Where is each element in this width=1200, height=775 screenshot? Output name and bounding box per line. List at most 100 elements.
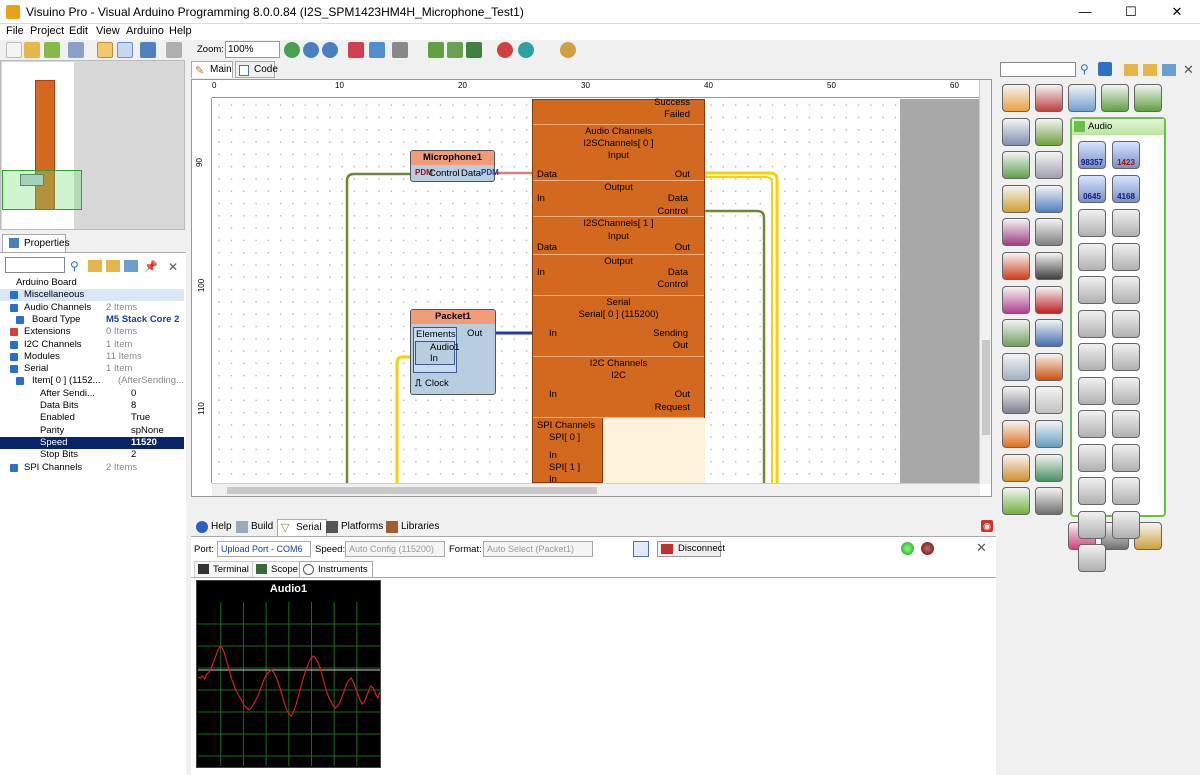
property-value[interactable]: spNone xyxy=(131,425,164,437)
board-i2c-request-pin[interactable]: Request xyxy=(533,402,704,414)
serial-settings-icon[interactable]: ✕ xyxy=(976,540,987,556)
tab-help[interactable]: Help xyxy=(193,519,236,536)
palette-category-tile[interactable] xyxy=(1035,453,1063,482)
canvas-vscroll-thumb[interactable] xyxy=(982,340,990,435)
delete-icon[interactable] xyxy=(392,42,408,58)
palette-category-tile[interactable] xyxy=(1002,386,1030,415)
packet-elements-box[interactable]: Elements Audio1 In xyxy=(413,327,460,373)
audio-tile-0645[interactable]: 0645 xyxy=(1078,175,1106,203)
palette-category-tile[interactable] xyxy=(1002,218,1030,247)
expand-toggle-icon[interactable] xyxy=(10,463,18,472)
redo-icon[interactable] xyxy=(166,42,182,58)
property-value[interactable]: True xyxy=(131,412,150,424)
tab-instruments[interactable]: Instruments xyxy=(299,561,373,577)
audio-component-tile[interactable] xyxy=(1078,477,1106,505)
menu-project[interactable]: Project xyxy=(30,25,64,37)
palette-category-tile[interactable] xyxy=(1002,319,1030,348)
menu-edit[interactable]: Edit xyxy=(69,25,88,37)
audio-component-tile[interactable] xyxy=(1112,276,1140,304)
property-value[interactable]: 1 Item xyxy=(106,363,132,375)
diagram-canvas[interactable]: 0 10 20 30 40 50 60 90 100 110 Microphone1 PDM C… xyxy=(191,79,992,497)
palette-category-tile[interactable] xyxy=(1002,487,1030,516)
property-row[interactable]: Parity spNone xyxy=(0,425,184,437)
palette-category-tile[interactable] xyxy=(1035,285,1063,314)
board-i2s1-control[interactable]: Control xyxy=(533,279,704,291)
pin-icon[interactable]: 📌 xyxy=(144,260,158,273)
palette-category-tile[interactable] xyxy=(1035,184,1063,213)
menu-view[interactable]: View xyxy=(96,25,120,37)
properties-tab[interactable]: Properties xyxy=(2,234,70,252)
tab-serial[interactable]: ▽ Serial xyxy=(277,519,327,536)
save-icon[interactable] xyxy=(68,42,84,58)
palette-category-tile[interactable] xyxy=(1068,84,1096,112)
palette-tools-icon[interactable]: ✕ xyxy=(1183,62,1194,78)
zoom-select[interactable]: 100% xyxy=(225,41,280,58)
overview-viewport[interactable] xyxy=(2,62,82,229)
tab-libraries[interactable]: Libraries xyxy=(383,519,443,536)
property-row[interactable]: Board Type M5 Stack Core 2 xyxy=(0,314,184,326)
audio-component-tile[interactable] xyxy=(1112,242,1140,271)
property-value[interactable]: 2 Items xyxy=(106,462,137,474)
property-row[interactable]: After Sendi... 0 xyxy=(0,388,184,400)
grid-icon[interactable] xyxy=(117,42,133,58)
microphone-data-pin[interactable]: Data xyxy=(461,168,481,179)
expand-toggle-icon[interactable] xyxy=(10,365,18,374)
overview-visible-area[interactable] xyxy=(2,170,82,210)
board-serial-out-pin[interactable]: Out xyxy=(533,340,704,352)
folder-open-icon[interactable] xyxy=(106,260,120,272)
canvas-hscroll-thumb[interactable] xyxy=(227,487,597,494)
palette-search-input[interactable] xyxy=(1000,62,1076,77)
audio-component-tile[interactable] xyxy=(1078,276,1106,304)
audio-component-tile[interactable] xyxy=(1112,343,1140,371)
palette-sort-icon[interactable] xyxy=(1162,64,1176,76)
maximize-button[interactable]: ☐ xyxy=(1108,0,1154,24)
arduino-board-block[interactable]: Success Failed Audio Channels I2SChannel… xyxy=(532,97,705,485)
audio-tile-4168[interactable]: 4168 xyxy=(1112,175,1140,203)
packet-audio-element[interactable]: Audio1 In xyxy=(415,341,460,365)
audio-group[interactable]: Audio 98357 1423 0645 4168 xyxy=(1070,117,1166,572)
packet-block[interactable]: Packet1 Elements Audio1 In Out ⎍ Clock xyxy=(410,309,496,395)
expand-toggle-icon[interactable] xyxy=(16,377,24,386)
property-value[interactable]: 2 Items xyxy=(106,302,137,314)
new-icon[interactable] xyxy=(6,42,22,58)
palette-category-tile[interactable] xyxy=(1101,84,1129,112)
expand-toggle-icon[interactable] xyxy=(10,340,18,349)
property-row[interactable]: Data Bits 8 xyxy=(0,400,184,412)
audio-component-tile[interactable] xyxy=(1078,376,1106,405)
theme-icon[interactable] xyxy=(560,42,576,58)
property-value[interactable]: M5 Stack Core 2 xyxy=(106,314,179,326)
properties-search-input[interactable] xyxy=(5,257,65,273)
undo-icon[interactable] xyxy=(140,42,156,58)
board-serial-sending-pin[interactable]: Sending xyxy=(533,328,704,340)
packet-clock-pin[interactable]: Clock xyxy=(425,378,449,389)
property-row[interactable]: Extensions 0 Items xyxy=(0,326,184,338)
palette-folder-icon[interactable] xyxy=(1124,64,1138,76)
audio-component-tile[interactable] xyxy=(1112,309,1140,338)
zoom-in-icon[interactable] xyxy=(284,42,300,58)
arduino-ide-icon[interactable] xyxy=(497,42,513,58)
audio-component-tile[interactable] xyxy=(1112,477,1140,505)
menu-help[interactable]: Help xyxy=(169,25,192,37)
board-success-pin[interactable]: Success xyxy=(533,97,704,109)
audio-component-tile[interactable] xyxy=(1112,209,1140,237)
palette-folder-open-icon[interactable] xyxy=(1143,64,1157,76)
tab-terminal[interactable]: Terminal xyxy=(194,561,254,577)
property-row[interactable]: Speed 11520 xyxy=(0,436,184,449)
open-icon[interactable] xyxy=(24,42,40,58)
palette-category-tile[interactable] xyxy=(1035,352,1063,381)
sort-icon[interactable] xyxy=(124,260,138,272)
layout-icon[interactable] xyxy=(97,42,113,58)
build-icon[interactable] xyxy=(428,42,444,58)
palette-category-tile[interactable] xyxy=(1002,117,1030,146)
tab-main[interactable]: ✎ Main xyxy=(191,61,233,78)
palette-category-tile[interactable] xyxy=(1002,184,1030,213)
arduino-web-icon[interactable] xyxy=(518,42,534,58)
palette-category-tile[interactable] xyxy=(1035,319,1063,348)
palette-category-tile[interactable] xyxy=(1002,84,1030,112)
expand-toggle-icon[interactable] xyxy=(10,352,18,361)
disconnect-button[interactable]: Disconnect xyxy=(657,541,725,557)
audio-component-tile[interactable] xyxy=(1078,309,1106,338)
property-value[interactable]: 2 xyxy=(131,449,136,461)
zoom-out-icon[interactable] xyxy=(322,42,338,58)
audio-component-tile[interactable] xyxy=(1078,410,1106,438)
